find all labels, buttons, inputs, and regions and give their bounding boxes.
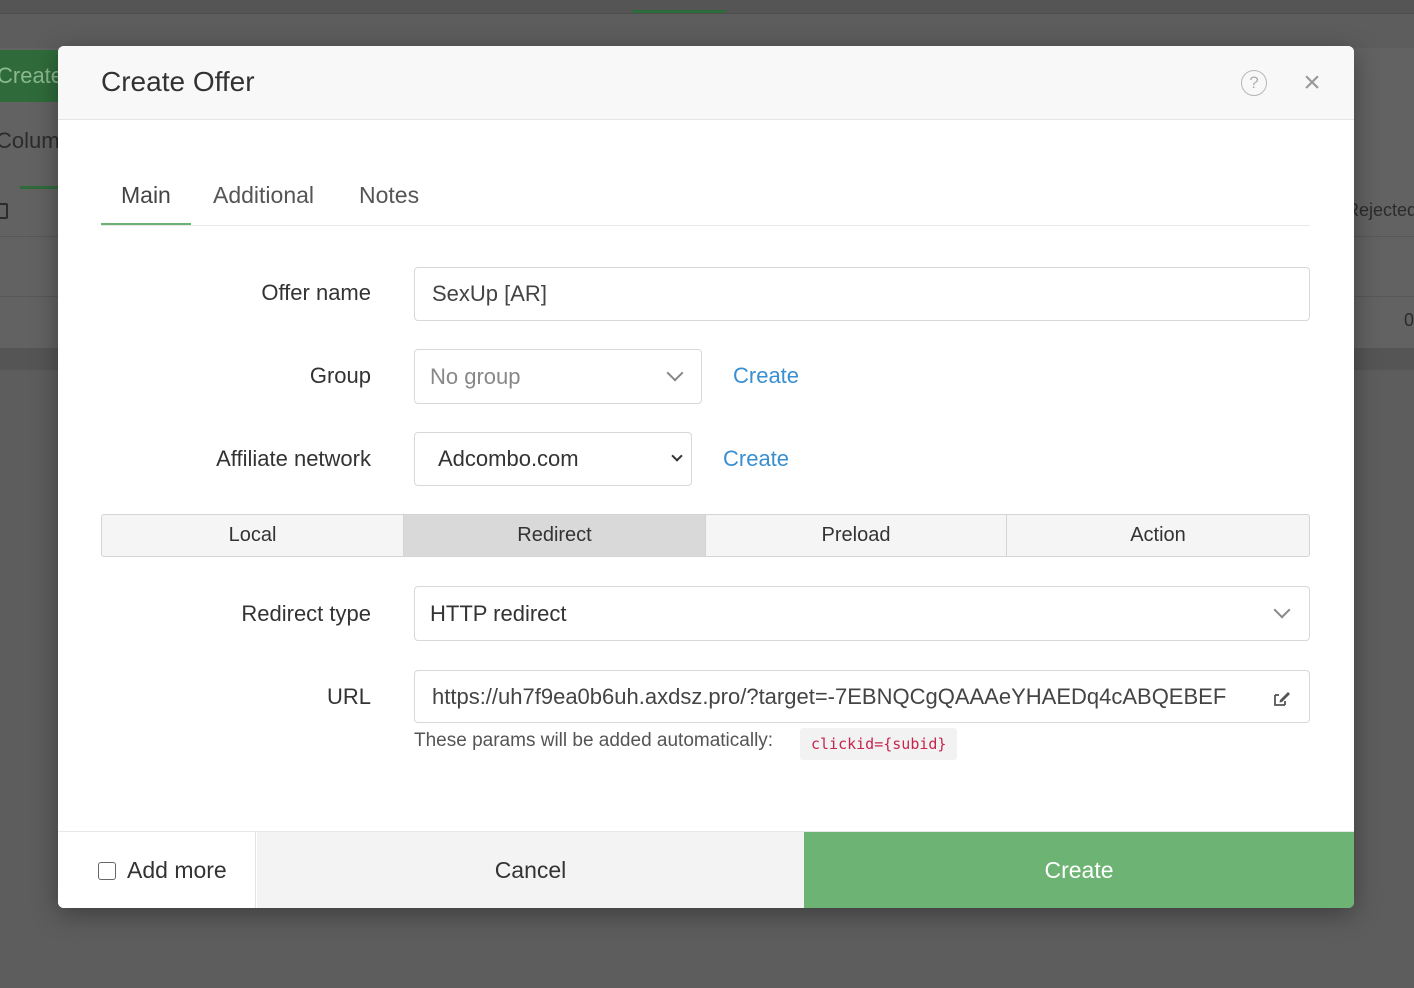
add-more-label[interactable]: Add more <box>127 857 227 884</box>
modal-footer: Add more Cancel Create <box>58 831 1354 908</box>
create-affiliate-network-link[interactable]: Create <box>723 446 789 472</box>
redirect-type-label: Redirect type <box>241 601 371 626</box>
cancel-button[interactable]: Cancel <box>257 832 804 908</box>
affiliate-network-select[interactable]: Adcombo.com <box>414 432 692 486</box>
edit-icon <box>1274 692 1290 706</box>
add-more-checkbox[interactable] <box>98 862 116 880</box>
affiliate-network-select-value: Adcombo.com <box>438 446 579 471</box>
create-group-link[interactable]: Create <box>733 363 799 389</box>
url-label: URL <box>326 684 371 709</box>
create-offer-modal: Create Offer ? × Main Additional Notes O… <box>58 46 1354 908</box>
offer-name-label: Offer name <box>261 280 371 305</box>
url-input[interactable]: https://uh7f9ea0b6uh.axdsz.pro/?target=-… <box>414 670 1257 723</box>
create-button[interactable]: Create <box>804 832 1354 908</box>
page-topbar-active-indicator <box>632 10 726 13</box>
group-select[interactable]: No group <box>414 349 702 404</box>
group-label: Group <box>309 363 371 388</box>
url-edit-button[interactable] <box>1256 670 1310 723</box>
page-cell-value: 0 <box>1404 310 1414 330</box>
chevron-down-icon <box>666 364 684 382</box>
tab-main[interactable]: Main <box>121 170 171 226</box>
active-tab-indicator <box>101 223 191 225</box>
chevron-down-icon <box>671 450 683 462</box>
action-mode-selector: Local Redirect Preload Action <box>101 514 1310 557</box>
page-tab-indicator <box>20 186 60 189</box>
group-select-value: No group <box>430 364 521 389</box>
redirect-type-select-value: HTTP redirect <box>430 601 567 626</box>
close-icon[interactable]: × <box>1298 66 1326 100</box>
mode-redirect[interactable]: Redirect <box>404 515 706 556</box>
chevron-down-icon <box>1273 601 1291 619</box>
url-params-hint: These params will be added automatically… <box>414 730 774 751</box>
mode-local[interactable]: Local <box>102 515 404 556</box>
modal-title: Create Offer <box>101 66 255 97</box>
page-column-header-rejected: Rejected <box>1346 200 1414 220</box>
offer-name-input[interactable]: SexUp [AR] <box>414 267 1310 321</box>
redirect-type-select[interactable]: HTTP redirect <box>414 586 1310 641</box>
url-params-code: clickid={subid} <box>800 728 958 760</box>
help-circle-icon[interactable]: ? <box>1241 70 1267 96</box>
modal-tabs: Main Additional Notes <box>101 170 1310 226</box>
tab-additional[interactable]: Additional <box>213 170 314 226</box>
tab-notes[interactable]: Notes <box>359 170 419 226</box>
mode-preload[interactable]: Preload <box>706 515 1007 556</box>
modal-header: Create Offer ? × <box>58 46 1354 120</box>
page-row-checkbox <box>0 203 8 219</box>
affiliate-network-label: Affiliate network <box>216 446 371 471</box>
mode-action[interactable]: Action <box>1007 515 1309 556</box>
add-more-option: Add more <box>58 832 256 908</box>
